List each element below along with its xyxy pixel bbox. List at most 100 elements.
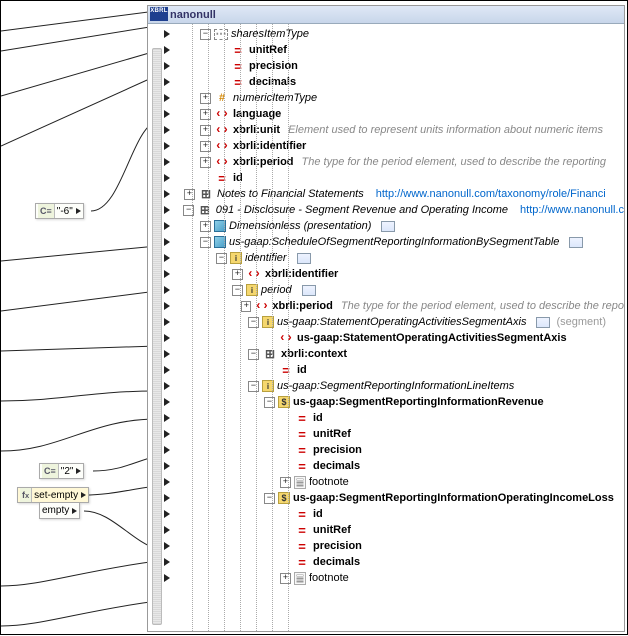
tree-row[interactable]: =unitRef bbox=[148, 426, 624, 442]
tree-row[interactable]: =unitRef bbox=[148, 42, 624, 58]
collapse-toggle[interactable]: − bbox=[216, 253, 227, 264]
tree-row[interactable]: =id bbox=[148, 410, 624, 426]
input-port-icon[interactable] bbox=[164, 142, 170, 150]
detail-icon[interactable] bbox=[302, 285, 316, 296]
input-port-icon[interactable] bbox=[164, 174, 170, 182]
input-port-icon[interactable] bbox=[164, 62, 170, 70]
detail-icon[interactable] bbox=[297, 253, 311, 264]
tree-row[interactable]: −us-gaap:ScheduleOfSegmentReportingInfor… bbox=[148, 234, 624, 250]
input-port-icon[interactable] bbox=[164, 46, 170, 54]
input-port-icon[interactable] bbox=[164, 574, 170, 582]
expand-toggle[interactable]: + bbox=[184, 189, 195, 200]
expand-toggle[interactable]: + bbox=[200, 157, 211, 168]
output-triangle[interactable] bbox=[76, 468, 81, 474]
tree-row[interactable]: =precision bbox=[148, 58, 624, 74]
collapse-toggle[interactable]: − bbox=[248, 381, 259, 392]
tree-row[interactable]: +⊞Notes to Financial Statementshttp://ww… bbox=[148, 186, 624, 202]
input-port-icon[interactable] bbox=[164, 366, 170, 374]
input-port-icon[interactable] bbox=[164, 334, 170, 342]
tree-row[interactable]: +‹›xbrli:identifier bbox=[148, 266, 624, 282]
expand-toggle[interactable]: + bbox=[280, 573, 291, 584]
tree-row[interactable]: +footnote bbox=[148, 474, 624, 490]
expand-toggle[interactable]: + bbox=[232, 269, 243, 280]
tree-row[interactable]: =decimals bbox=[148, 458, 624, 474]
collapse-toggle[interactable]: − bbox=[264, 397, 275, 408]
input-port-icon[interactable] bbox=[164, 558, 170, 566]
tree-row[interactable]: −⊞xbrli:context bbox=[148, 346, 624, 362]
collapse-toggle[interactable]: − bbox=[200, 237, 211, 248]
tree-row[interactable]: −$us-gaap:SegmentReportingInformationRev… bbox=[148, 394, 624, 410]
input-port-icon[interactable] bbox=[164, 494, 170, 502]
input-port-icon[interactable] bbox=[164, 302, 170, 310]
tree-row[interactable]: =id bbox=[148, 362, 624, 378]
input-port-icon[interactable] bbox=[164, 238, 170, 246]
tree-row[interactable]: +‹›xbrli:unitElement used to represent u… bbox=[148, 122, 624, 138]
input-port-icon[interactable] bbox=[164, 30, 170, 38]
input-port-icon[interactable] bbox=[164, 286, 170, 294]
input-port-icon[interactable] bbox=[164, 510, 170, 518]
expand-toggle[interactable]: + bbox=[241, 301, 251, 312]
function-set-empty[interactable]: fx set-empty bbox=[17, 487, 89, 503]
tree-row[interactable]: =unitRef bbox=[148, 522, 624, 538]
constant-node-2[interactable]: C≡ "2" bbox=[39, 463, 84, 479]
input-port-icon[interactable] bbox=[164, 478, 170, 486]
tree-row[interactable]: −⋯sharesItemType bbox=[148, 26, 624, 42]
tree-row[interactable]: −ius-gaap:SegmentReportingInformationLin… bbox=[148, 378, 624, 394]
tree-row[interactable]: +Dimensionless (presentation) bbox=[148, 218, 624, 234]
function-empty-output[interactable]: empty bbox=[39, 503, 80, 519]
input-port-icon[interactable] bbox=[164, 78, 170, 86]
input-port-icon[interactable] bbox=[164, 462, 170, 470]
input-port-icon[interactable] bbox=[164, 126, 170, 134]
tree-row[interactable]: =id bbox=[148, 170, 624, 186]
tree-row[interactable]: +footnote bbox=[148, 570, 624, 586]
input-port-icon[interactable] bbox=[164, 430, 170, 438]
tree-row[interactable]: +‹›xbrli:periodThe type for the period e… bbox=[148, 154, 624, 170]
tree-row[interactable]: −iidentifier bbox=[148, 250, 624, 266]
expand-toggle[interactable]: + bbox=[200, 221, 211, 232]
tree-row[interactable]: =decimals bbox=[148, 554, 624, 570]
input-port-icon[interactable] bbox=[164, 318, 170, 326]
detail-icon[interactable] bbox=[569, 237, 583, 248]
input-port-icon[interactable] bbox=[164, 414, 170, 422]
tree-row[interactable]: +#numericItemType bbox=[148, 90, 624, 106]
input-port-icon[interactable] bbox=[164, 94, 170, 102]
input-port-icon[interactable] bbox=[164, 190, 170, 198]
collapse-toggle[interactable]: − bbox=[232, 285, 243, 296]
tree-row[interactable]: +‹›xbrli:identifier bbox=[148, 138, 624, 154]
tree-row[interactable]: +‹›xbrli:periodThe type for the period e… bbox=[148, 298, 624, 314]
detail-icon[interactable] bbox=[536, 317, 550, 328]
tree-row[interactable]: −$us-gaap:SegmentReportingInformationOpe… bbox=[148, 490, 624, 506]
input-port-icon[interactable] bbox=[164, 542, 170, 550]
output-triangle[interactable] bbox=[81, 492, 86, 498]
tree-row[interactable]: −ius-gaap:StatementOperatingActivitiesSe… bbox=[148, 314, 624, 330]
input-port-icon[interactable] bbox=[164, 158, 170, 166]
input-port-icon[interactable] bbox=[164, 382, 170, 390]
tree-row[interactable]: +‹›language bbox=[148, 106, 624, 122]
expand-toggle[interactable]: + bbox=[280, 477, 291, 488]
input-port-icon[interactable] bbox=[164, 350, 170, 358]
expand-toggle[interactable]: + bbox=[200, 125, 211, 136]
input-port-icon[interactable] bbox=[164, 526, 170, 534]
tree-row[interactable]: =precision bbox=[148, 442, 624, 458]
detail-icon[interactable] bbox=[381, 221, 395, 232]
input-port-icon[interactable] bbox=[164, 222, 170, 230]
collapse-toggle[interactable]: − bbox=[264, 493, 275, 504]
tree-row[interactable]: ‹›us-gaap:StatementOperatingActivitiesSe… bbox=[148, 330, 624, 346]
collapse-toggle[interactable]: − bbox=[200, 29, 211, 40]
input-port-icon[interactable] bbox=[164, 254, 170, 262]
expand-toggle[interactable]: + bbox=[200, 93, 211, 104]
output-triangle[interactable] bbox=[72, 508, 77, 514]
expand-toggle[interactable]: + bbox=[200, 141, 211, 152]
tree-row[interactable]: =id bbox=[148, 506, 624, 522]
input-port-icon[interactable] bbox=[164, 398, 170, 406]
expand-toggle[interactable]: + bbox=[200, 109, 211, 120]
input-port-icon[interactable] bbox=[164, 446, 170, 454]
input-port-icon[interactable] bbox=[164, 270, 170, 278]
tree-row[interactable]: −⊞091 - Disclosure - Segment Revenue and… bbox=[148, 202, 624, 218]
collapse-toggle[interactable]: − bbox=[248, 317, 259, 328]
collapse-toggle[interactable]: − bbox=[248, 349, 259, 360]
output-triangle[interactable] bbox=[76, 208, 81, 214]
tree-row[interactable]: =precision bbox=[148, 538, 624, 554]
panel-title-bar[interactable]: XBRL nanonull bbox=[148, 6, 624, 24]
input-port-icon[interactable] bbox=[164, 110, 170, 118]
